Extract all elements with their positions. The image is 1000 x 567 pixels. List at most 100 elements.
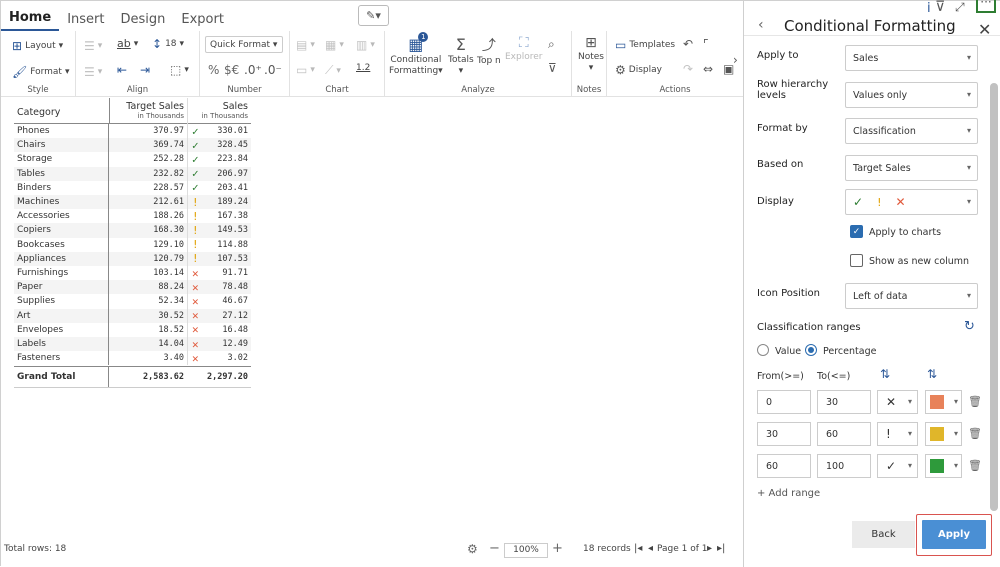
range-color-select[interactable]: ▾ [925, 390, 962, 414]
range-from-input[interactable]: 60 [757, 454, 811, 478]
display-button[interactable]: ⚙ Display [615, 63, 662, 77]
prev-page-button[interactable]: ◂ [648, 543, 653, 554]
apply-button[interactable]: Apply [922, 520, 986, 549]
combo-chart-button[interactable]: ▥ ▾ [356, 38, 375, 52]
based-on-select[interactable]: Target Sales ▾ [845, 155, 978, 181]
align-text-button[interactable]: ☰ ▾ [84, 39, 102, 53]
more-options-icon[interactable]: ··· [976, 0, 996, 13]
range-to-input[interactable]: 60 [817, 422, 871, 446]
range-icon-select[interactable]: ! ▾ [877, 422, 918, 446]
explorer-button[interactable]: ⛶ Explorer [505, 35, 542, 62]
format-button[interactable]: 🖌 Format ▾ [12, 65, 69, 79]
table-row[interactable]: Copiers 168.30! 149.53 [14, 223, 251, 238]
table-row[interactable]: Fasteners 3.40 ✕ 3.02 [14, 351, 251, 366]
table-row[interactable]: Accessories 188.26! 167.38 [14, 209, 251, 224]
table-row[interactable]: Paper 88.24 ✕ 78.48 [14, 280, 251, 295]
currency-button[interactable]: $€ [224, 63, 239, 77]
search-button[interactable]: ⌕ [548, 37, 555, 52]
bar-chart-button[interactable]: ▤ ▾ [296, 38, 315, 52]
table-row[interactable]: Tables 232.82 ✓ 206.97 [14, 166, 251, 181]
zoom-out-button[interactable]: − [489, 541, 500, 556]
filter-button[interactable]: ⊽ [548, 61, 557, 75]
totals-button[interactable]: Σ Totals ▾ [448, 35, 474, 76]
wrap-text-button[interactable]: ab ▾ [117, 37, 138, 50]
show-as-new-column-checkbox[interactable] [850, 254, 863, 267]
format-by-select[interactable]: Classification ▾ [845, 118, 978, 144]
redo-button[interactable]: ↷ [683, 62, 693, 76]
table-row[interactable]: Envelopes 18.52 ✕ 16.48 [14, 322, 251, 337]
borders-button[interactable]: ⬚ ▾ [170, 63, 189, 77]
value-radio[interactable] [757, 344, 769, 356]
layout-button[interactable]: ⊞ Layout ▾ [12, 39, 63, 53]
align-left-button[interactable]: ☰ ▾ [84, 65, 102, 79]
notes-button[interactable]: ⊞ Notes ▾ [578, 35, 604, 73]
header-sales[interactable]: Sales in Thousands [187, 98, 251, 124]
area-chart-button[interactable]: ▭ ▾ [296, 63, 315, 77]
tab-home[interactable]: Home [1, 10, 60, 31]
close-icon[interactable]: ✕ [978, 20, 991, 39]
table-row[interactable]: Phones 370.97 ✓ 330.01 [14, 124, 251, 139]
edit-mode-button[interactable]: ✎▾ [358, 5, 389, 26]
next-page-button[interactable]: ▸ [707, 543, 712, 554]
templates-button[interactable]: ▭ Templates [615, 38, 675, 52]
tab-insert[interactable]: Insert [59, 12, 112, 31]
apply-to-select[interactable]: Sales ▾ [845, 45, 978, 71]
conditional-formatting-button[interactable]: ▦ 1 Conditional Formatting▾ [389, 32, 443, 76]
indent-decrease-button[interactable]: ⇤ [117, 63, 127, 77]
percent-button[interactable]: % [208, 63, 219, 77]
tab-design[interactable]: Design [112, 12, 173, 31]
zoom-input[interactable]: 100% [504, 543, 548, 558]
sort-colors-icon[interactable]: ⇅ [927, 367, 937, 381]
info-icon[interactable]: i [927, 1, 931, 16]
indent-increase-button[interactable]: ⇥ [140, 63, 150, 77]
header-category[interactable]: Category [17, 107, 60, 118]
delete-range-icon[interactable]: 🗑 [968, 395, 982, 408]
display-icon-set-select[interactable]: ✓ ! ✕ ▾ [845, 189, 978, 215]
undo-button[interactable]: ↶ [683, 37, 693, 51]
add-range-button[interactable]: + Add range [757, 488, 820, 499]
range-from-input[interactable]: 0 [757, 390, 811, 414]
header-target-sales[interactable]: Target Sales in Thousands [109, 98, 187, 124]
row-hierarchy-select[interactable]: Values only ▾ [845, 82, 978, 108]
range-to-input[interactable]: 30 [817, 390, 871, 414]
funnel-icon[interactable]: ⊽ [935, 0, 945, 15]
column-chart-button[interactable]: ▦ ▾ [325, 38, 344, 52]
range-icon-select[interactable]: ✓ ▾ [877, 454, 918, 478]
delete-range-icon[interactable]: 🗑 [968, 459, 982, 472]
panel-scrollbar[interactable] [990, 83, 998, 511]
sort-icons-icon[interactable]: ⇅ [880, 367, 890, 381]
zoom-settings-icon[interactable]: ⚙ [467, 542, 478, 556]
table-row[interactable]: Appliances 120.79! 107.53 [14, 251, 251, 266]
table-row[interactable]: Machines 212.61! 189.24 [14, 195, 251, 210]
table-row[interactable]: Supplies 52.34 ✕ 46.67 [14, 294, 251, 309]
table-row[interactable]: Labels 14.04 ✕ 12.49 [14, 337, 251, 352]
fit-width-button[interactable]: ⇔ [703, 62, 713, 76]
range-from-input[interactable]: 30 [757, 422, 811, 446]
range-icon-select[interactable]: ✕ ▾ [877, 390, 918, 414]
chart-scale-button[interactable]: 1.2 [356, 63, 370, 73]
range-color-select[interactable]: ▾ [925, 422, 962, 446]
row-height-control[interactable]: ↕ 18 ▾ [152, 37, 184, 51]
back-chevron-icon[interactable]: ‹ [758, 17, 764, 33]
icon-position-select[interactable]: Left of data ▾ [845, 283, 978, 309]
crop-button[interactable]: ⌜ [703, 37, 709, 51]
tab-export[interactable]: Export [173, 12, 232, 31]
last-page-button[interactable]: ▸| [717, 543, 725, 554]
delete-range-icon[interactable]: 🗑 [968, 427, 982, 440]
reset-icon[interactable]: ↻ [964, 319, 975, 334]
range-to-input[interactable]: 100 [817, 454, 871, 478]
first-page-button[interactable]: |◂ [634, 543, 642, 554]
table-row[interactable]: Art 30.52 ✕ 27.12 [14, 308, 251, 323]
quick-format-dropdown[interactable]: Quick Format ▾ [205, 36, 283, 53]
back-button[interactable]: Back [852, 521, 915, 548]
expand-icon[interactable]: ⤢ [955, 0, 965, 15]
percentage-radio[interactable] [805, 344, 817, 356]
zoom-in-button[interactable]: + [552, 541, 563, 556]
increase-decimal-button[interactable]: .0⁺ [244, 63, 262, 77]
table-row[interactable]: Bookcases 129.10! 114.88 [14, 237, 251, 252]
table-row[interactable]: Storage 252.28 ✓ 223.84 [14, 152, 251, 167]
table-row[interactable]: Binders 228.57 ✓ 203.41 [14, 180, 251, 195]
range-color-select[interactable]: ▾ [925, 454, 962, 478]
table-row[interactable]: Furnishings 103.14 ✕ 91.71 [14, 266, 251, 281]
ribbon-scroll-right[interactable]: › [733, 53, 738, 67]
